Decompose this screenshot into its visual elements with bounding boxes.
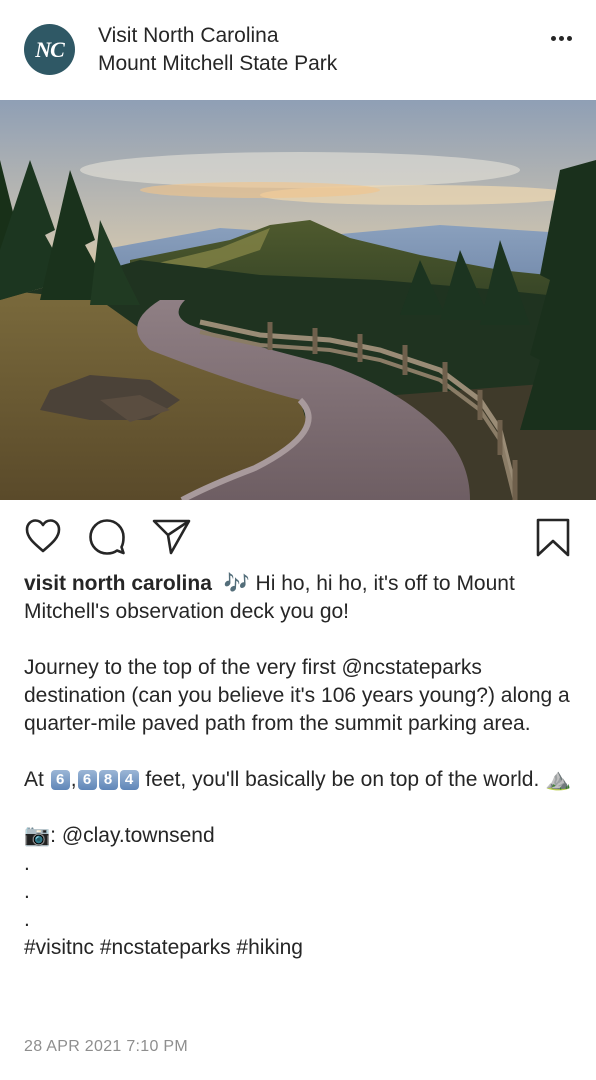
dot-line: . (24, 852, 30, 875)
camera-emoji: 📷 (24, 824, 51, 847)
keycap-digit: 4 (119, 770, 139, 790)
avatar-text: NC (35, 36, 65, 62)
heart-icon[interactable] (24, 518, 62, 559)
comment-bubble-icon[interactable] (88, 518, 126, 561)
mountain-path-photo (0, 100, 596, 500)
music-emoji: 🎶 (223, 572, 250, 595)
photo-credit[interactable]: : @clay.townsend (50, 824, 215, 847)
caption-line-2: Journey to the top of the very first @nc… (24, 656, 570, 735)
keycap-digit: 6 (50, 770, 70, 790)
dot-line: . (24, 880, 30, 903)
post-actions (0, 518, 596, 560)
caption-line-3-suffix: feet, you'll basically be on top of the … (145, 768, 540, 791)
account-name[interactable]: Visit North Carolina (98, 22, 337, 50)
keycap-digit: 8 (98, 770, 118, 790)
dot-line: . (24, 908, 30, 931)
post-image[interactable] (0, 100, 596, 500)
mountain-emoji: ⛰️ (545, 768, 572, 791)
hashtags[interactable]: #visitnc #ncstateparks #hiking (24, 934, 572, 962)
caption-line-3-prefix: At (24, 768, 44, 791)
caption-username[interactable]: visit north carolina (24, 572, 212, 595)
post-timestamp: 28 APR 2021 7:10 PM (24, 1038, 189, 1055)
comma: , (70, 768, 77, 791)
location-name[interactable]: Mount Mitchell State Park (98, 50, 337, 78)
post-caption: visit north carolina 🎶 Hi ho, hi ho, it'… (24, 570, 572, 962)
header-titles: Visit North Carolina Mount Mitchell Stat… (98, 22, 337, 78)
paper-plane-icon[interactable] (152, 518, 192, 561)
bookmark-icon[interactable] (536, 518, 570, 563)
post-header: NC Visit North Carolina Mount Mitchell S… (0, 0, 596, 100)
more-options-icon[interactable] (551, 36, 572, 41)
avatar[interactable]: NC (24, 24, 75, 75)
keycap-digit: 6 (77, 770, 97, 790)
